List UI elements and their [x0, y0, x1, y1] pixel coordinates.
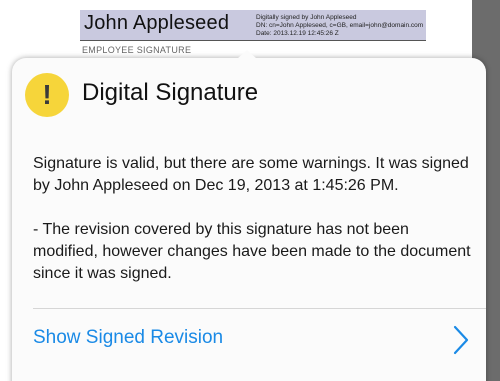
show-signed-revision-label: Show Signed Revision	[33, 327, 224, 348]
signature-caption: EMPLOYEE SIGNATURE	[82, 45, 192, 55]
show-signed-revision-button[interactable]: Show Signed Revision	[12, 309, 486, 371]
chevron-right-icon	[453, 325, 469, 355]
signature-detail-line: Digitally signed by John Appleseed	[256, 14, 357, 21]
signature-detail-line: DN: cn=John Appleseed, c=GB, email=john@…	[256, 22, 424, 29]
popover-arrow	[237, 50, 257, 59]
warning-exclamation-icon: !	[25, 73, 69, 117]
popover-title: Digital Signature	[82, 79, 259, 106]
warning-glyph: !	[42, 79, 52, 110]
signature-underline	[80, 40, 426, 41]
signature-warning-message: - The revision covered by this signature…	[33, 221, 471, 282]
signature-details: Digitally signed by John Appleseed DN: c…	[256, 14, 423, 38]
signature-status-message: Signature is valid, but there are some w…	[33, 155, 469, 194]
signature-name: John Appleseed	[84, 12, 230, 34]
signature-detail-line: Date: 2013.12.19 12:45:26 Z	[256, 30, 339, 37]
